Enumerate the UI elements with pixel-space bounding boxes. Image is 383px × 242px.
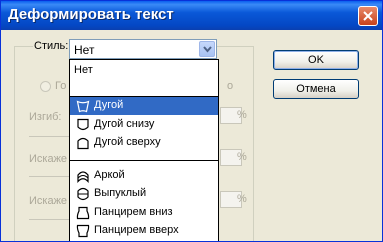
title-bar[interactable]: Деформировать текст [1,1,382,30]
style-option-arc-lower[interactable]: Дугой снизу [70,116,218,134]
arc-lower-icon [77,118,89,131]
shell-lower-icon [76,206,90,220]
bulge-icon [77,187,89,201]
style-option-arc-upper-label: Дугой сверху [94,136,161,148]
style-option-none[interactable]: Нет [70,62,218,80]
arch-icon [77,171,89,183]
style-option-bulge-label: Выпуклый [94,187,147,199]
warp-text-dialog: Деформировать текст Стиль: Го о Изгиб: %… [0,0,383,242]
vertical-distortion-percent: % [237,193,247,205]
arc-upper-icon [77,137,89,150]
chevron-down-icon [203,46,212,53]
orientation-radio-horizontal-label: Го [55,80,67,92]
style-select-dropdown-button[interactable] [199,41,215,57]
style-option-shell-upper[interactable]: Панцирем вверх [70,222,218,240]
close-icon [363,11,373,21]
style-select[interactable]: Нет [69,39,217,59]
style-option-shell-upper-label: Панцирем вверх [94,224,179,236]
vertical-distortion-label: Искаже [29,195,68,207]
style-option-arc-lower-label: Дугой снизу [94,118,155,130]
style-option-bulge[interactable]: Выпуклый [70,185,218,203]
orientation-radio-vertical-label: о [227,80,234,92]
style-option-shell-lower-label: Панцирем вниз [94,206,173,218]
close-button[interactable] [358,6,378,26]
arc-icon [76,100,90,113]
style-option-arc[interactable]: Дугой [70,97,218,115]
style-option-shell-lower[interactable]: Панцирем вниз [70,204,218,222]
cancel-button[interactable]: Отмена [273,79,359,99]
style-dropdown-list[interactable]: Нет Дугой Дугой снизу Дугой сверху Аркой… [69,59,219,241]
style-option-arc-label: Дугой [94,99,124,111]
horizontal-distortion-label: Искаже [29,153,68,165]
horizontal-distortion-percent: % [237,151,247,163]
style-option-arch-label: Аркой [94,169,125,181]
style-option-none-label: Нет [74,64,93,76]
vertical-distortion-slider[interactable] [29,219,69,220]
bend-percent: % [237,109,247,121]
style-label: Стиль: [33,40,70,52]
orientation-radio-horizontal[interactable] [40,81,51,92]
list-separator [70,160,218,161]
shell-upper-icon [76,224,90,238]
ok-button[interactable]: OK [273,50,359,70]
style-option-arc-upper[interactable]: Дугой сверху [70,134,218,152]
window-title: Деформировать текст [8,6,174,23]
horizontal-distortion-slider[interactable] [29,176,69,177]
bend-slider[interactable] [29,136,69,137]
style-option-arch[interactable]: Аркой [70,167,218,185]
style-select-value: Нет [74,43,95,57]
bend-label: Изгиб: [29,111,62,123]
